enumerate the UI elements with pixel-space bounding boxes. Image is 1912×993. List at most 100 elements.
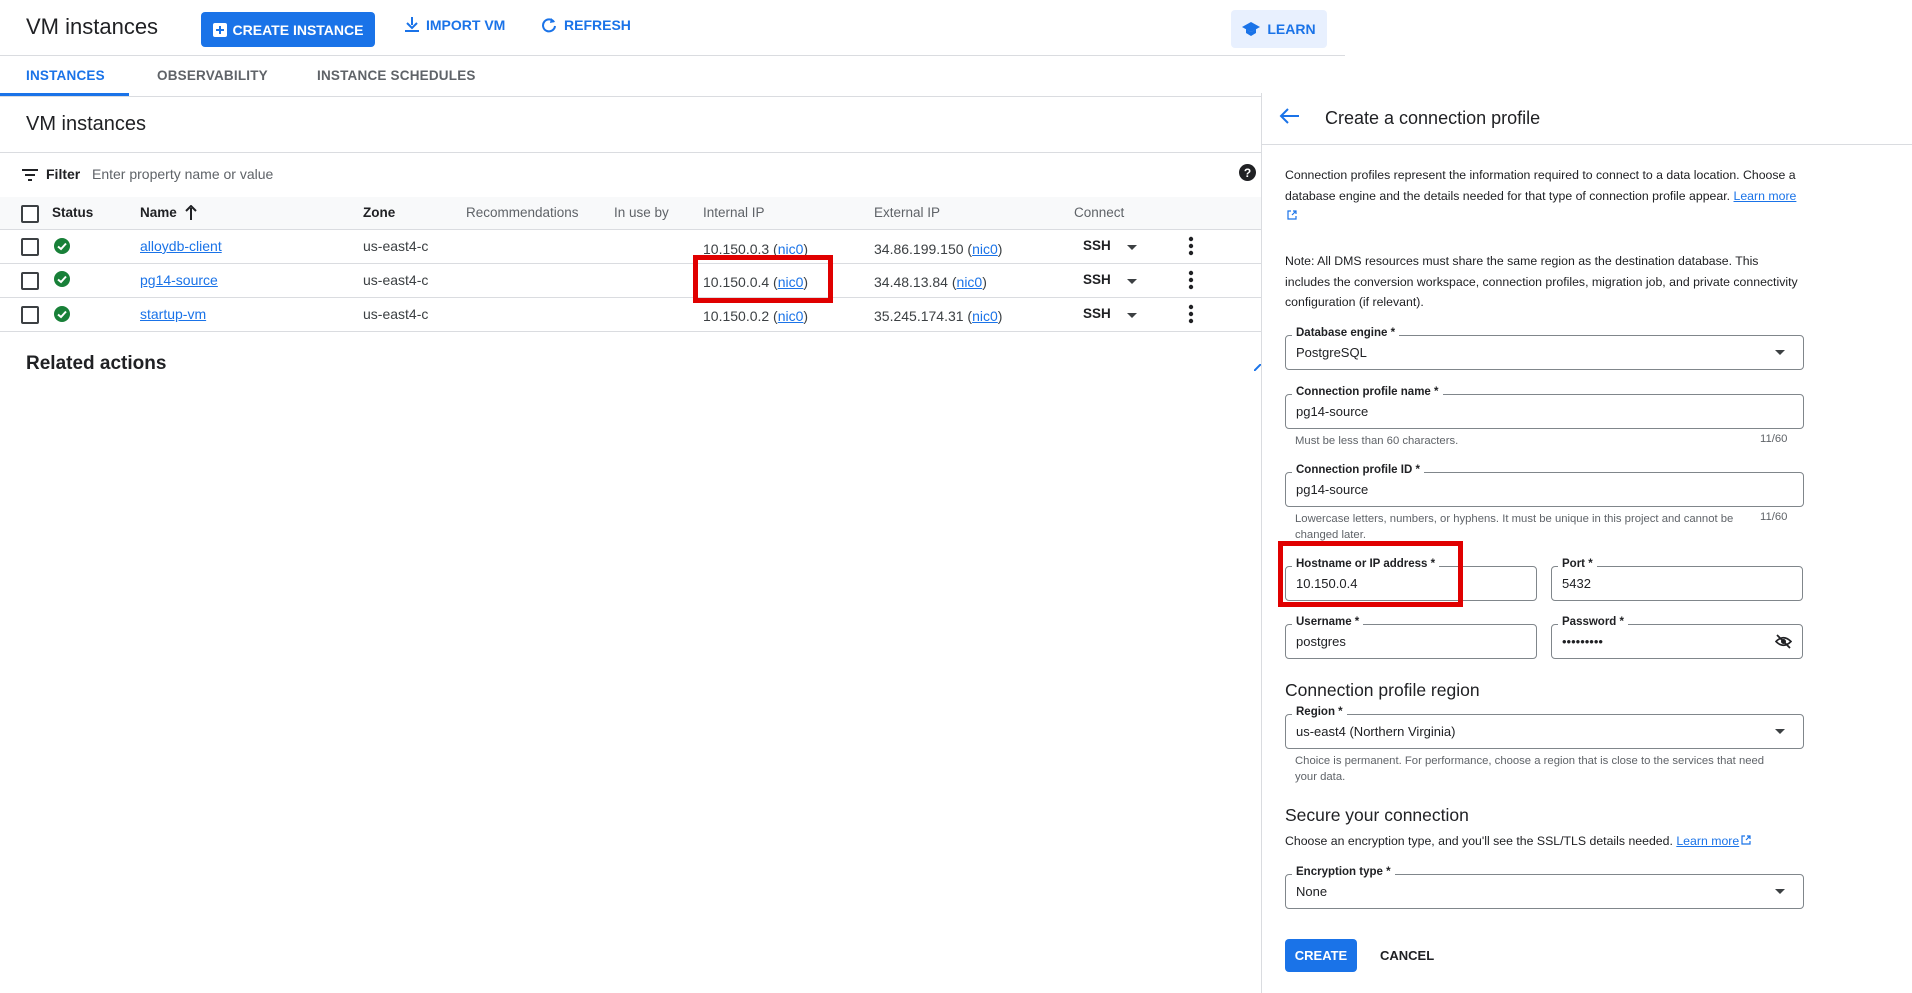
visibility-off-icon[interactable] [1775,634,1792,649]
row-checkbox[interactable] [21,306,39,324]
internal-ip-cell: 10.150.0.2 (nic0) [703,308,809,324]
arrow-back-icon[interactable] [1279,107,1299,125]
tab-bar: INSTANCES OBSERVABILITY INSTANCE SCHEDUL… [0,56,1345,97]
connection-profile-name-field[interactable]: Connection profile name * pg14-source [1285,386,1804,429]
col-in-use-by: In use by [614,205,669,220]
tab-instance-schedules[interactable]: INSTANCE SCHEDULES [317,68,476,83]
create-instance-label: CREATE INSTANCE [232,21,364,38]
row-checkbox[interactable] [21,238,39,256]
ssh-button[interactable]: SSH [1083,306,1111,321]
field-hint: Lowercase letters, numbers, or hyphens. … [1295,513,1734,541]
more-vert-icon[interactable] [1188,304,1194,324]
field-label: Encryption type * [1292,866,1395,878]
field-value: 5432 [1562,576,1591,591]
zone-cell: us-east4-c [363,306,429,322]
instance-name-link[interactable]: startup-vm [140,306,206,322]
learn-label: LEARN [1267,21,1316,37]
nic-link[interactable]: nic0 [957,274,983,290]
instance-name-link[interactable]: alloydb-client [140,238,222,254]
edit-icon [1254,364,1261,371]
col-name[interactable]: Name [140,205,177,220]
field-label: Password * [1558,616,1628,628]
col-zone[interactable]: Zone [363,205,395,220]
learn-button[interactable]: LEARN [1231,10,1327,48]
col-connect: Connect [1074,205,1125,220]
col-status[interactable]: Status [52,205,93,220]
sort-arrow-up-icon[interactable] [185,205,197,220]
note-paragraph: Note: All DMS resources must share the s… [1285,254,1798,309]
field-hint: Choice is permanent. For performance, ch… [1295,755,1765,783]
vm-instances-page: VM instances CREATE INSTANCE IMPORT VM R… [0,0,1345,993]
cancel-button[interactable]: CANCEL [1380,939,1434,972]
database-engine-select[interactable]: Database engine * PostgreSQL [1285,327,1804,370]
dropdown-arrow-icon [1775,889,1785,894]
ssh-button[interactable]: SSH [1083,272,1111,287]
more-vert-icon[interactable] [1188,236,1194,256]
col-recommendations: Recommendations [466,205,579,220]
help-icon[interactable]: ? [1239,164,1256,181]
zone-cell: us-east4-c [363,238,429,254]
external-ip-cell: 34.48.13.84 (nic0) [874,274,987,290]
col-internal-ip: Internal IP [703,205,765,220]
more-vert-icon[interactable] [1188,270,1194,290]
select-all-checkbox[interactable] [21,205,39,223]
field-label: Username * [1292,616,1364,628]
page-title: VM instances [26,14,159,39]
section-title: VM instances [26,113,147,135]
svg-text:?: ? [1244,166,1251,180]
tab-observability[interactable]: OBSERVABILITY [157,68,268,83]
create-instance-button[interactable]: CREATE INSTANCE [201,12,375,47]
table-row: startup-vm us-east4-c 10.150.0.2 (nic0) … [0,297,1262,332]
import-vm-label: IMPORT VM [426,17,506,33]
status-ok-icon [54,238,70,254]
related-actions-heading: Related actions [26,353,167,374]
download-icon [405,17,419,32]
filter-input[interactable]: Enter property name or value [92,166,273,182]
ssh-dropdown-icon[interactable] [1127,279,1137,284]
table-row: pg14-source us-east4-c 10.150.0.4 (nic0)… [0,263,1262,298]
char-counter: 11/60 [1760,433,1788,445]
col-external-ip: External IP [874,205,941,220]
tab-instances[interactable]: INSTANCES [26,68,105,83]
encryption-type-select[interactable]: Encryption type * None [1285,866,1804,909]
field-label: Database engine * [1292,327,1400,339]
password-field[interactable]: Password * ••••••••• [1551,616,1803,659]
field-hint: Must be less than 60 characters. [1295,435,1459,447]
highlight-box-hostname [1278,541,1463,607]
field-label: Connection profile ID * [1292,464,1424,476]
create-button[interactable]: CREATE [1285,939,1357,972]
field-value: pg14-source [1296,404,1369,419]
field-value: PostgreSQL [1296,345,1367,360]
learn-more-link[interactable]: Learn more [1734,189,1797,203]
filter-label: Filter [46,166,81,182]
row-checkbox[interactable] [21,272,39,290]
external-ip-cell: 34.86.199.150 (nic0) [874,241,1003,257]
open-in-new-icon [1287,210,1297,220]
port-field[interactable]: Port * 5432 [1551,558,1803,601]
region-select[interactable]: Region * us-east4 (Northern Virginia) [1285,706,1804,749]
nic-link[interactable]: nic0 [972,241,998,257]
secure-connection-heading: Secure your connection [1285,805,1469,825]
highlight-box-internal-ip [693,255,833,303]
learn-more-link[interactable]: Learn more [1676,834,1739,848]
ssh-button[interactable]: SSH [1083,238,1111,253]
nic-link[interactable]: nic0 [778,308,804,324]
refresh-button[interactable]: REFRESH [541,17,631,33]
connection-profile-id-field[interactable]: Connection profile ID * pg14-source [1285,464,1804,507]
instance-name-link[interactable]: pg14-source [140,272,218,288]
connection-profile-panel: Create a connection profile Connection p… [1261,93,1912,993]
zone-cell: us-east4-c [363,272,429,288]
char-counter: 11/60 [1760,511,1788,523]
region-heading: Connection profile region [1285,680,1480,700]
dropdown-arrow-icon [1775,729,1785,734]
open-in-new-icon [1741,835,1751,845]
nic-link[interactable]: nic0 [972,308,998,324]
import-vm-button[interactable]: IMPORT VM [405,17,505,33]
username-field[interactable]: Username * postgres [1285,616,1537,659]
refresh-icon [542,18,556,33]
field-value: postgres [1296,634,1346,649]
status-ok-icon [54,271,70,287]
status-ok-icon [54,306,70,322]
ssh-dropdown-icon[interactable] [1127,245,1137,250]
ssh-dropdown-icon[interactable] [1127,313,1137,318]
